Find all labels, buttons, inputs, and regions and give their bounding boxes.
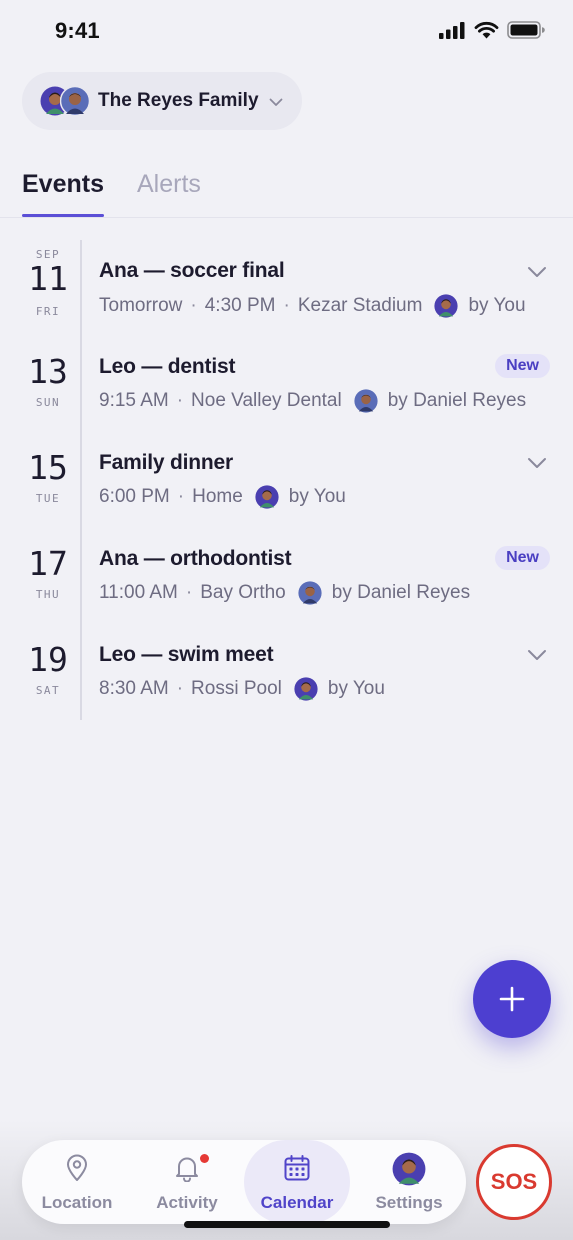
event-when: Tomorrow	[99, 295, 183, 316]
separator: ·	[185, 582, 193, 603]
event-meta: 9:15 AM · Noe Valley Dental by Daniel Re…	[99, 389, 526, 413]
event-time: 6:00 PM	[99, 486, 170, 507]
event-title: Family dinner	[99, 451, 233, 474]
event-day: 11	[28, 259, 68, 298]
chevron-down-icon[interactable]	[527, 457, 547, 469]
event-row[interactable]: 19 SAT Leo — swim meet 8:30 AM · Rossi P…	[0, 630, 573, 720]
event-place: Home	[192, 486, 243, 507]
new-badge: New	[495, 546, 550, 570]
event-author: by You	[288, 486, 346, 507]
avatar	[298, 581, 322, 605]
event-meta: Tomorrow · 4:30 PM · Kezar Stadium by Yo…	[99, 294, 526, 318]
nav-calendar-label: Calendar	[260, 1193, 334, 1212]
home-indicator	[184, 1221, 390, 1228]
bottom-nav: Location Activity Calendar Settings	[22, 1140, 466, 1224]
nav-calendar[interactable]: Calendar	[244, 1140, 350, 1224]
event-weekday: THU	[35, 588, 61, 601]
family-switcher[interactable]: The Reyes Family	[22, 72, 302, 130]
event-title: Leo — swim meet	[99, 643, 274, 666]
event-author: by You	[468, 295, 526, 316]
event-time: 8:30 AM	[99, 678, 169, 699]
tab-alerts[interactable]: Alerts	[137, 170, 201, 199]
event-time: 9:15 AM	[99, 390, 169, 411]
avatar	[255, 485, 279, 509]
event-place: Bay Ortho	[200, 582, 286, 603]
event-title: Ana — soccer final	[99, 259, 285, 282]
chevron-down-icon[interactable]	[527, 266, 547, 278]
sos-button[interactable]: SOS	[476, 1144, 552, 1220]
avatar	[60, 86, 90, 116]
event-row[interactable]: 17 THU Ana — orthodontist 11:00 AM · Bay…	[0, 534, 573, 624]
event-author: by Daniel Reyes	[387, 390, 527, 411]
nav-location-label: Location	[41, 1193, 113, 1212]
tab-bar: Events Alerts	[0, 160, 573, 218]
avatar	[434, 294, 459, 318]
status-icons	[438, 21, 545, 39]
notification-dot	[200, 1154, 209, 1163]
battery-icon	[507, 21, 545, 39]
add-event-button[interactable]	[473, 960, 551, 1038]
event-row[interactable]: SEP 11 FRI Ana — soccer final Tomorrow ·…	[0, 246, 573, 336]
event-weekday: TUE	[35, 492, 61, 505]
event-place: Kezar Stadium	[297, 295, 423, 316]
active-tab-indicator	[22, 214, 104, 217]
event-weekday: SUN	[35, 396, 61, 409]
family-name: The Reyes Family	[98, 90, 259, 111]
new-badge: New	[495, 354, 550, 378]
event-day: 19	[28, 640, 68, 679]
event-title: Leo — dentist	[99, 355, 236, 378]
event-time: 4:30 PM	[204, 295, 276, 316]
event-day: 17	[28, 544, 68, 583]
event-row[interactable]: 13 SUN Leo — dentist 9:15 AM · Noe Valle…	[0, 342, 573, 432]
event-title: Ana — orthodontist	[99, 547, 292, 570]
event-day: 13	[28, 352, 68, 391]
event-weekday: SAT	[35, 684, 61, 697]
avatar	[354, 389, 378, 413]
calendar-icon	[284, 1155, 310, 1181]
chevron-down-icon	[269, 98, 282, 106]
map-pin-icon	[67, 1154, 87, 1181]
event-time: 11:00 AM	[99, 582, 178, 603]
separator: ·	[283, 295, 290, 316]
event-place: Noe Valley Dental	[191, 390, 342, 411]
separator: ·	[176, 678, 184, 699]
status-bar: 9:41	[0, 0, 573, 62]
nav-activity-label: Activity	[156, 1193, 218, 1212]
event-author: by Daniel Reyes	[331, 582, 471, 603]
status-time: 9:41	[55, 18, 100, 43]
signal-icon	[439, 22, 465, 39]
event-place: Rossi Pool	[191, 678, 282, 699]
calendar-screen: 9:41 The Reyes Family Events Alerts SEP …	[0, 0, 573, 1240]
profile-avatar	[392, 1152, 426, 1186]
event-author: by You	[327, 678, 385, 699]
nav-activity[interactable]: Activity	[134, 1140, 240, 1224]
family-avatars	[40, 86, 90, 116]
event-row[interactable]: 15 TUE Family dinner 6:00 PM · Home by Y…	[0, 438, 573, 528]
nav-settings-label: Settings	[375, 1193, 443, 1212]
nav-settings[interactable]: Settings	[356, 1140, 462, 1224]
avatar	[294, 677, 318, 701]
event-day: 15	[28, 448, 68, 487]
wifi-icon	[474, 21, 499, 39]
nav-location[interactable]: Location	[24, 1140, 130, 1224]
bell-icon	[176, 1157, 198, 1182]
event-meta: 6:00 PM · Home by You	[99, 485, 346, 509]
tab-events[interactable]: Events	[22, 170, 104, 199]
event-meta: 8:30 AM · Rossi Pool by You	[99, 677, 385, 701]
separator: ·	[190, 295, 197, 316]
event-weekday: FRI	[35, 305, 61, 318]
event-meta: 11:00 AM · Bay Ortho by Daniel Reyes	[99, 581, 470, 605]
plus-icon	[499, 986, 525, 1012]
separator: ·	[176, 390, 184, 411]
separator: ·	[177, 486, 185, 507]
chevron-down-icon[interactable]	[527, 649, 547, 661]
